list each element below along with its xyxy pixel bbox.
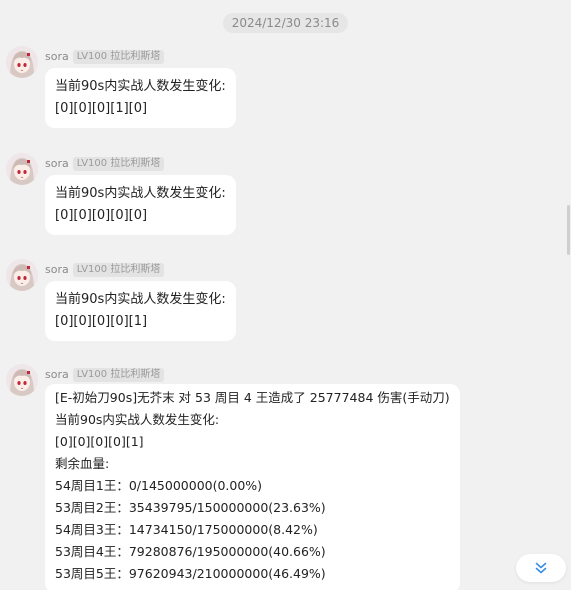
avatar-image <box>6 153 38 185</box>
avatar-image <box>6 46 38 78</box>
message-meta: sora LV100 拉比利斯塔 <box>45 364 165 382</box>
message-line: [0][0][0][0][0] <box>55 208 148 223</box>
avatar[interactable] <box>6 364 38 396</box>
sender-title-badge: LV100 拉比利斯塔 <box>72 367 165 382</box>
message-line: 53周目2王：35439795/150000000(23.63%) <box>55 500 326 515</box>
scroll-to-bottom-button[interactable] <box>516 554 566 582</box>
message-line: 当前90s内实战人数发生变化: <box>55 292 226 307</box>
message-line: 当前90s内实战人数发生变化: <box>55 79 226 94</box>
message-line: [E-初始刀90s]无芥末 对 53 周目 4 王造成了 25777484 伤害… <box>55 390 450 405</box>
sender-name[interactable]: sora <box>45 50 69 63</box>
sender-title-badge: LV100 拉比利斯塔 <box>72 156 165 171</box>
message-bubble[interactable]: 当前90s内实战人数发生变化: [0][0][0][0][0] <box>45 175 236 235</box>
chat-window: 2024/12/30 23:16 sora LV100 拉比利斯塔 当前90s内实… <box>0 0 571 590</box>
sender-name[interactable]: sora <box>45 157 69 170</box>
sender-title-badge: LV100 拉比利斯塔 <box>72 262 165 277</box>
sender-name[interactable]: sora <box>45 263 69 276</box>
message-bubble[interactable]: 当前90s内实战人数发生变化: [0][0][0][1][0] <box>45 68 236 128</box>
message-timestamp: 2024/12/30 23:16 <box>222 13 349 33</box>
message-line: 54周目1王：0/145000000(0.00%) <box>55 478 263 493</box>
chat-message: sora LV100 拉比利斯塔 当前90s内实战人数发生变化: [0][0][0… <box>6 46 526 128</box>
message-line: 53周目4王：79280876/195000000(40.66%) <box>55 544 326 559</box>
message-line: 当前90s内实战人数发生变化: <box>55 412 220 427</box>
message-line: 当前90s内实战人数发生变化: <box>55 186 226 201</box>
message-bubble[interactable]: 当前90s内实战人数发生变化: [0][0][0][0][1] <box>45 281 236 341</box>
message-bubble[interactable]: [E-初始刀90s]无芥末 对 53 周目 4 王造成了 25777484 伤害… <box>45 384 460 590</box>
chat-message: sora LV100 拉比利斯塔 当前90s内实战人数发生变化: [0][0][0… <box>6 153 526 235</box>
chat-message: sora LV100 拉比利斯塔 [E-初始刀90s]无芥末 对 53 周目 4 … <box>6 364 526 590</box>
chat-message: sora LV100 拉比利斯塔 当前90s内实战人数发生变化: [0][0][0… <box>6 259 526 341</box>
scrollbar-thumb[interactable] <box>567 205 570 255</box>
sender-title-badge: LV100 拉比利斯塔 <box>72 49 165 64</box>
message-line: [0][0][0][1][0] <box>55 101 148 116</box>
message-line: 53周目5王：97620943/210000000(46.49%) <box>55 566 326 581</box>
timestamp-row: 2024/12/30 23:16 <box>0 12 571 33</box>
message-line: 54周目3王：14734150/175000000(8.42%) <box>55 522 318 537</box>
sender-name[interactable]: sora <box>45 368 69 381</box>
avatar[interactable] <box>6 153 38 185</box>
avatar[interactable] <box>6 259 38 291</box>
message-meta: sora LV100 拉比利斯塔 <box>45 153 165 171</box>
avatar[interactable] <box>6 46 38 78</box>
message-meta: sora LV100 拉比利斯塔 <box>45 46 165 64</box>
message-line: [0][0][0][0][1] <box>55 434 144 449</box>
message-line: 剩余血量: <box>55 456 110 471</box>
double-chevron-down-icon <box>535 562 547 574</box>
message-meta: sora LV100 拉比利斯塔 <box>45 259 165 277</box>
avatar-image <box>6 259 38 291</box>
message-line: [0][0][0][0][1] <box>55 314 148 329</box>
avatar-image <box>6 364 38 396</box>
